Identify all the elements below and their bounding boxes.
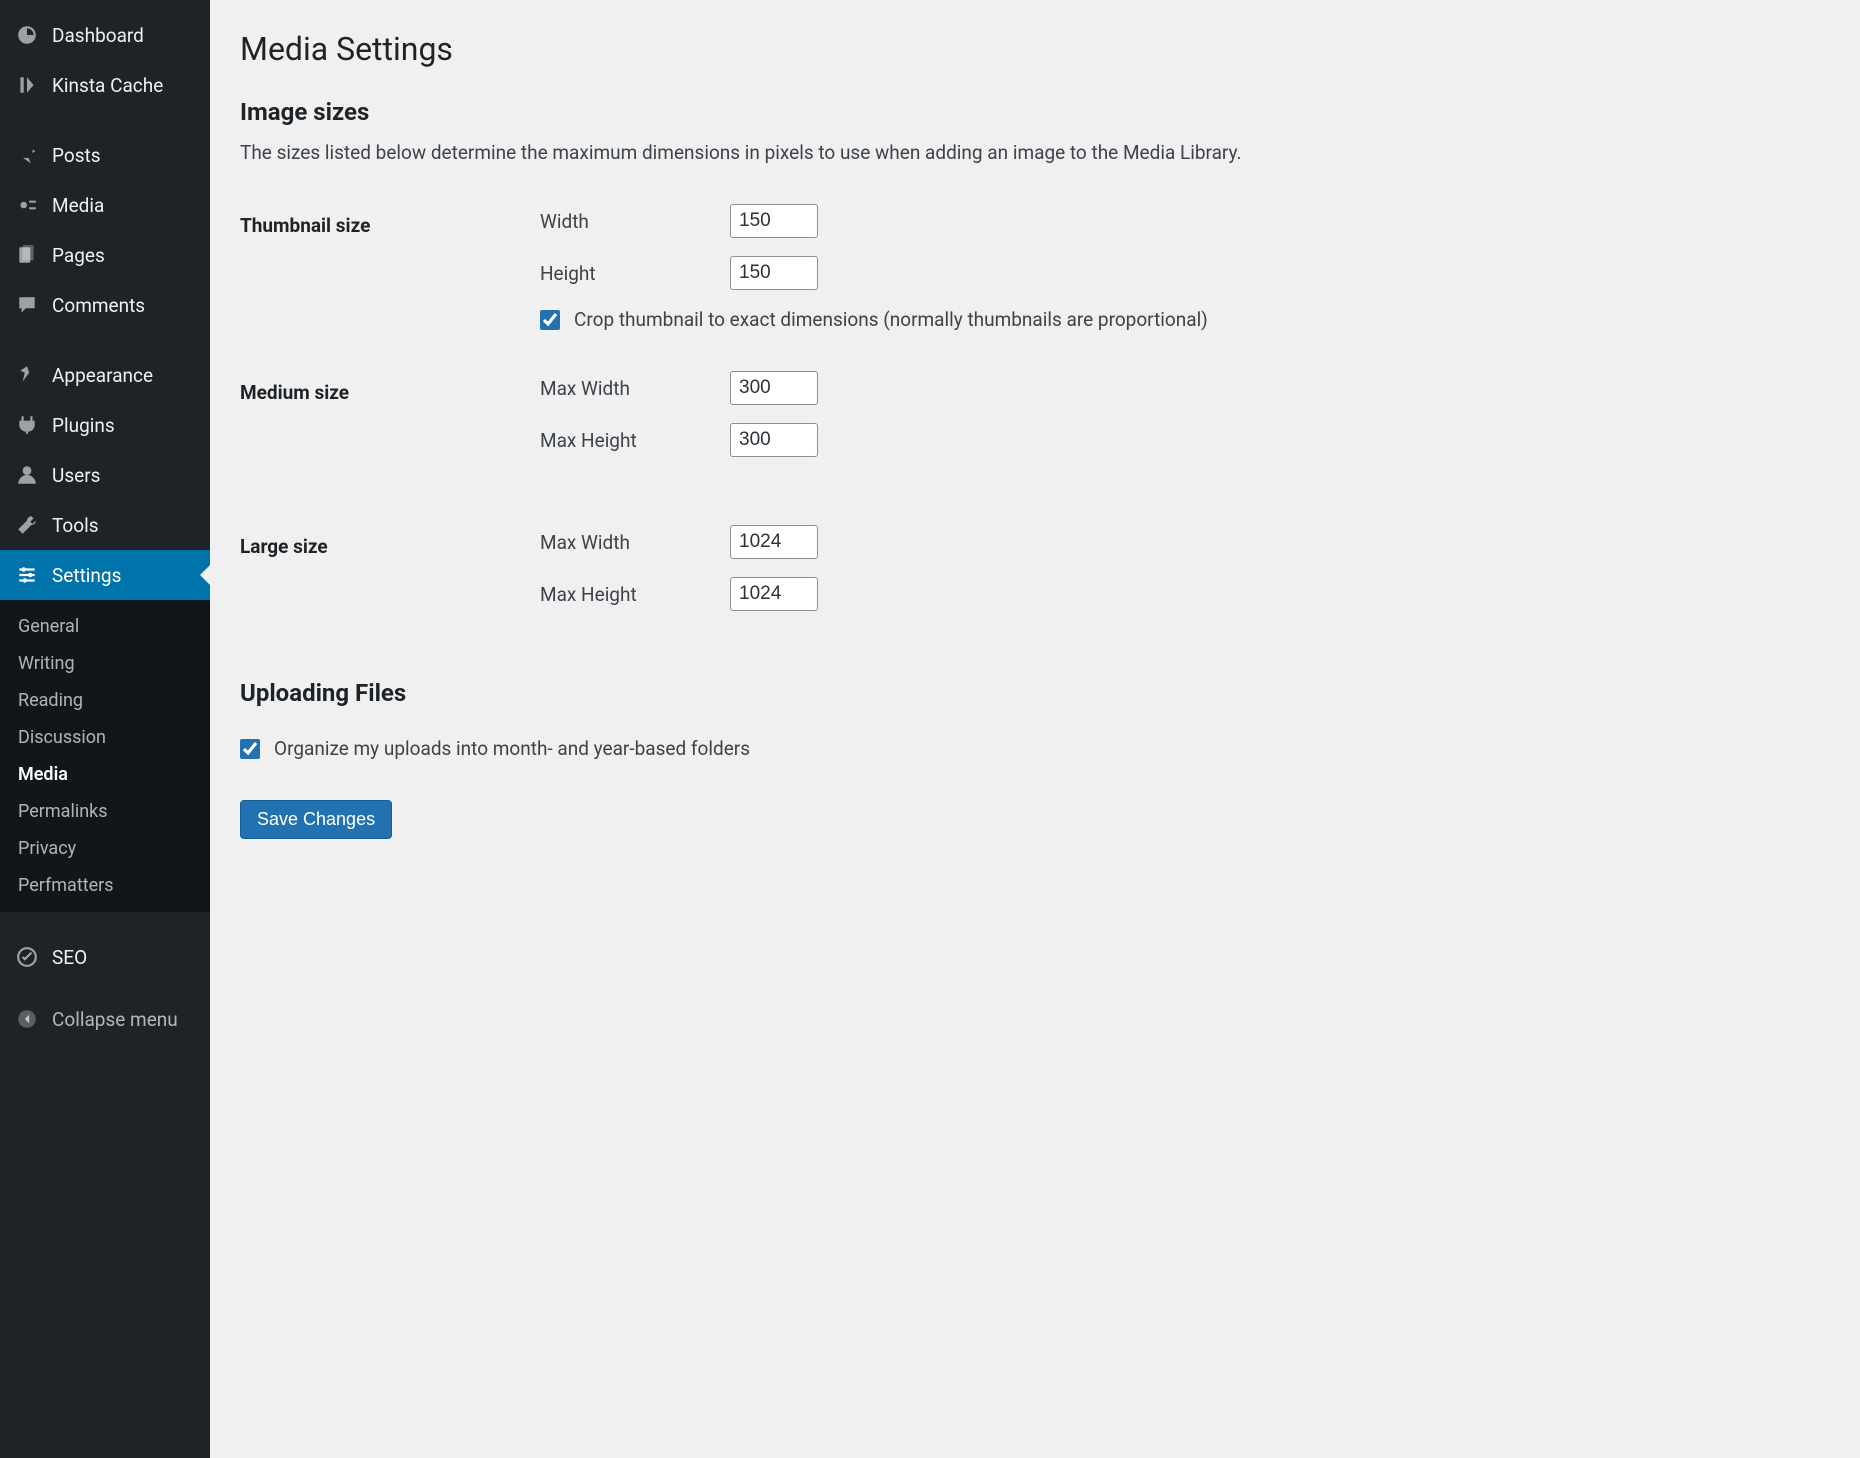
sidebar-item-kinsta-cache[interactable]: Kinsta Cache <box>0 60 210 110</box>
submenu-item-reading[interactable]: Reading <box>0 682 210 719</box>
submenu-item-general[interactable]: General <box>0 608 210 645</box>
seo-icon <box>14 944 40 970</box>
media-icon <box>14 192 40 218</box>
medium-maxwidth-label: Max Width <box>540 377 730 400</box>
submenu-item-discussion[interactable]: Discussion <box>0 719 210 756</box>
uploading-files-heading: Uploading Files <box>240 679 1830 707</box>
kinsta-icon <box>14 72 40 98</box>
thumbnail-width-label: Width <box>540 210 730 233</box>
tools-icon <box>14 512 40 538</box>
appearance-icon <box>14 362 40 388</box>
sidebar-item-posts[interactable]: Posts <box>0 130 210 180</box>
sidebar-item-media[interactable]: Media <box>0 180 210 230</box>
organize-uploads-checkbox[interactable] <box>240 739 260 759</box>
sidebar-item-dashboard[interactable]: Dashboard <box>0 10 210 60</box>
large-maxheight-input[interactable] <box>730 577 818 611</box>
sidebar-item-label: Comments <box>52 294 145 317</box>
thumbnail-crop-label[interactable]: Crop thumbnail to exact dimensions (norm… <box>574 308 1208 331</box>
submenu-item-perfmatters[interactable]: Perfmatters <box>0 867 210 904</box>
collapse-menu-button[interactable]: Collapse menu <box>0 992 210 1046</box>
pages-icon <box>14 242 40 268</box>
thumbnail-crop-checkbox[interactable] <box>540 310 560 330</box>
large-size-heading: Large size <box>240 515 530 639</box>
sidebar-item-seo[interactable]: SEO <box>0 932 210 982</box>
settings-submenu: General Writing Reading Discussion Media… <box>0 600 210 912</box>
submenu-item-permalinks[interactable]: Permalinks <box>0 793 210 830</box>
submenu-item-writing[interactable]: Writing <box>0 645 210 682</box>
sidebar-item-users[interactable]: Users <box>0 450 210 500</box>
medium-size-heading: Medium size <box>240 361 530 485</box>
sidebar-item-label: Appearance <box>52 364 153 387</box>
sidebar-item-label: Plugins <box>52 414 115 437</box>
sidebar-item-plugins[interactable]: Plugins <box>0 400 210 450</box>
image-sizes-description: The sizes listed below determine the max… <box>240 141 1830 164</box>
sidebar-item-label: Posts <box>52 144 101 167</box>
menu-separator <box>0 330 210 350</box>
submenu-item-privacy[interactable]: Privacy <box>0 830 210 867</box>
page-title: Media Settings <box>240 30 1830 68</box>
dashboard-icon <box>14 22 40 48</box>
settings-form-table: Thumbnail size Width Height Crop thumbna… <box>240 194 1830 639</box>
sidebar-item-label: Dashboard <box>52 24 144 47</box>
submenu-item-media[interactable]: Media <box>0 756 210 793</box>
thumbnail-width-input[interactable] <box>730 204 818 238</box>
plugins-icon <box>14 412 40 438</box>
collapse-icon <box>14 1006 40 1032</box>
sidebar-item-pages[interactable]: Pages <box>0 230 210 280</box>
save-changes-button[interactable]: Save Changes <box>240 800 392 839</box>
sidebar-item-label: Tools <box>52 514 99 537</box>
users-icon <box>14 462 40 488</box>
collapse-label: Collapse menu <box>52 1008 178 1031</box>
sidebar-item-label: Kinsta Cache <box>52 74 163 97</box>
sidebar-item-tools[interactable]: Tools <box>0 500 210 550</box>
comments-icon <box>14 292 40 318</box>
large-maxwidth-label: Max Width <box>540 531 730 554</box>
large-maxheight-label: Max Height <box>540 583 730 606</box>
thumbnail-size-heading: Thumbnail size <box>240 194 530 341</box>
thumbnail-height-label: Height <box>540 262 730 285</box>
sidebar-item-label: Pages <box>52 244 105 267</box>
organize-uploads-label[interactable]: Organize my uploads into month- and year… <box>274 737 750 760</box>
sidebar-item-appearance[interactable]: Appearance <box>0 350 210 400</box>
medium-maxheight-label: Max Height <box>540 429 730 452</box>
sidebar-item-comments[interactable]: Comments <box>0 280 210 330</box>
large-maxwidth-input[interactable] <box>730 525 818 559</box>
medium-maxwidth-input[interactable] <box>730 371 818 405</box>
sidebar-item-label: Settings <box>52 564 121 587</box>
main-content: Media Settings Image sizes The sizes lis… <box>210 0 1860 1458</box>
settings-icon <box>14 562 40 588</box>
admin-sidebar: Dashboard Kinsta Cache Posts Media Pages… <box>0 0 210 1458</box>
sidebar-item-label: Media <box>52 194 104 217</box>
menu-separator <box>0 912 210 932</box>
menu-separator <box>0 110 210 130</box>
medium-maxheight-input[interactable] <box>730 423 818 457</box>
thumbnail-height-input[interactable] <box>730 256 818 290</box>
sidebar-item-label: SEO <box>52 946 87 969</box>
pin-icon <box>14 142 40 168</box>
image-sizes-heading: Image sizes <box>240 98 1830 126</box>
sidebar-item-settings[interactable]: Settings <box>0 550 210 600</box>
sidebar-item-label: Users <box>52 464 100 487</box>
